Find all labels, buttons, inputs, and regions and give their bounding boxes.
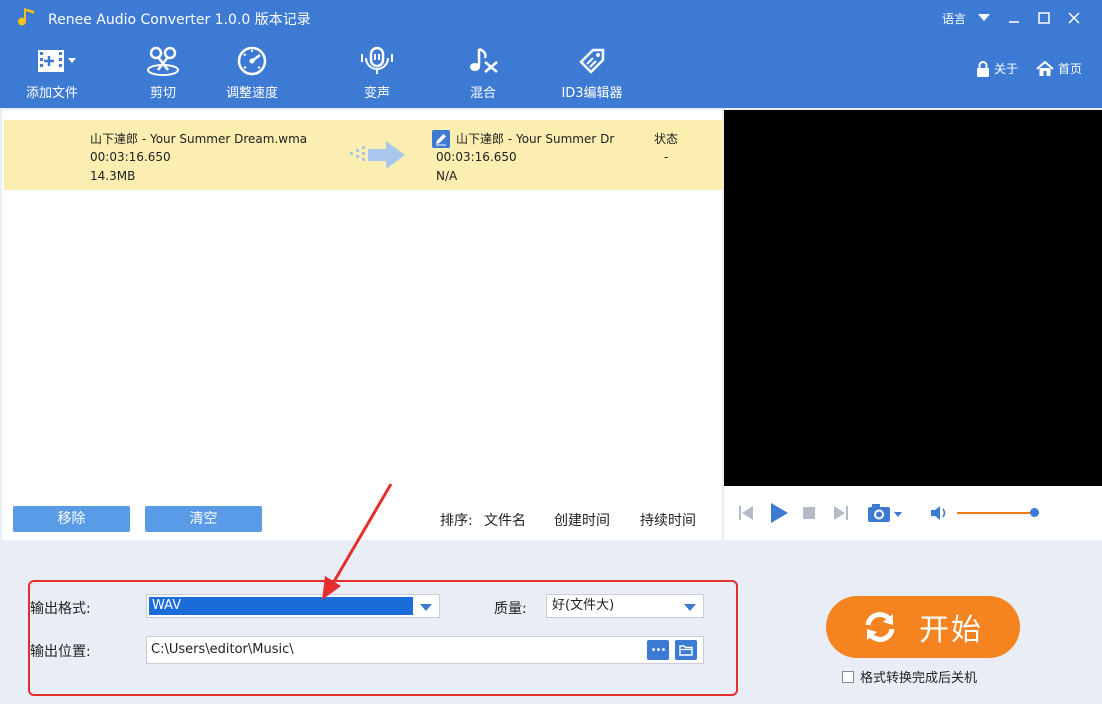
- more-icon: •••: [650, 644, 667, 656]
- id3-editor-button[interactable]: ID3编辑器: [556, 36, 628, 108]
- volume-icon[interactable]: [930, 505, 948, 521]
- video-preview: [724, 110, 1102, 486]
- source-file-name: 山下達郎 - Your Summer Dream.wma: [90, 132, 308, 146]
- app-title: Renee Audio Converter 1.0.0 版本记录: [48, 12, 311, 28]
- add-video-icon: [38, 50, 76, 72]
- snapshot-camera-icon[interactable]: [867, 502, 905, 524]
- voice-change-label: 变声: [363, 86, 390, 101]
- minimize-icon: [1009, 21, 1019, 23]
- music-mix-icon: [470, 47, 498, 73]
- convert-arrow-icon: [350, 141, 405, 169]
- quality-label: 质量:: [494, 601, 527, 617]
- next-icon[interactable]: [833, 504, 849, 522]
- target-duration: 00:03:16.650: [436, 150, 517, 164]
- about-label: 关于: [994, 62, 1019, 76]
- target-size: N/A: [436, 169, 458, 183]
- close-icon: [1068, 12, 1080, 24]
- output-location-input[interactable]: C:\Users\editor\Music\ •••: [146, 636, 704, 664]
- shutdown-checkbox[interactable]: [842, 670, 854, 683]
- sort-by-duration[interactable]: 持续时间: [640, 510, 696, 530]
- stop-icon[interactable]: [803, 507, 815, 519]
- home-link[interactable]: 首页: [1036, 60, 1082, 77]
- previous-icon[interactable]: [738, 504, 754, 522]
- chevron-down-icon: [684, 604, 696, 611]
- folder-icon: [679, 645, 693, 656]
- shutdown-option[interactable]: 格式转换完成后关机: [842, 667, 977, 686]
- clear-button[interactable]: 清空: [145, 506, 262, 532]
- add-file-label: 添加文件: [25, 86, 78, 101]
- start-label: 开始: [919, 613, 983, 648]
- status-value: -: [664, 150, 669, 164]
- edit-name-icon[interactable]: [432, 130, 450, 148]
- output-format-value: WAV: [149, 597, 413, 615]
- player-controls: [724, 486, 1102, 540]
- output-location-value: C:\Users\editor\Music\: [151, 642, 294, 657]
- target-file-name: 山下達郎 - Your Summer Dr: [456, 132, 615, 146]
- file-list: 山下達郎 - Your Summer Dream.wma 00:03:16.65…: [2, 110, 723, 540]
- music-note-icon: [18, 8, 34, 26]
- speedometer-icon: [237, 46, 267, 76]
- volume-slider-handle[interactable]: [1029, 508, 1039, 517]
- home-icon: [1036, 60, 1054, 76]
- browse-button[interactable]: •••: [647, 640, 669, 660]
- quality-value: 好(文件大): [552, 598, 615, 613]
- about-link[interactable]: 关于: [976, 60, 1018, 77]
- maximize-button[interactable]: [1032, 6, 1056, 30]
- play-icon[interactable]: [769, 502, 789, 524]
- shutdown-label: 格式转换完成后关机: [860, 671, 978, 686]
- title-bar: Renee Audio Converter 1.0.0 版本记录 语言: [0, 0, 1102, 36]
- file-row[interactable]: 山下達郎 - Your Summer Dream.wma 00:03:16.65…: [4, 120, 723, 190]
- speed-button[interactable]: 调整速度: [218, 36, 286, 108]
- output-format-label: 输出格式:: [30, 601, 91, 617]
- id3-editor-label: ID3编辑器: [561, 86, 623, 101]
- refresh-icon: [865, 612, 895, 642]
- language-menu[interactable]: 语言: [942, 10, 966, 27]
- sort-by-name[interactable]: 文件名: [484, 510, 526, 530]
- language-dropdown-icon[interactable]: [978, 14, 990, 21]
- start-button[interactable]: 开始: [826, 596, 1020, 658]
- remove-button[interactable]: 移除: [13, 506, 130, 532]
- mix-label: 混合: [469, 86, 496, 101]
- maximize-icon: [1038, 12, 1050, 24]
- mix-button[interactable]: 混合: [458, 36, 508, 108]
- status-header: 状态: [654, 132, 679, 146]
- output-location-label: 输出位置:: [30, 644, 91, 660]
- tag-edit-icon: [579, 48, 605, 74]
- quality-select[interactable]: 好(文件大): [546, 594, 704, 618]
- cut-button[interactable]: 剪切: [138, 36, 188, 108]
- open-folder-button[interactable]: [675, 640, 697, 660]
- microphone-icon: [361, 46, 393, 74]
- lock-icon: [977, 60, 989, 77]
- volume-slider[interactable]: [957, 512, 1039, 514]
- voice-change-button[interactable]: 变声: [352, 36, 402, 108]
- add-file-button[interactable]: 添加文件: [18, 36, 86, 108]
- output-format-select[interactable]: WAV: [146, 594, 440, 618]
- cut-label: 剪切: [149, 86, 176, 101]
- sort-label: 排序:: [440, 513, 473, 529]
- source-duration: 00:03:16.650: [90, 150, 171, 164]
- speed-label: 调整速度: [225, 86, 278, 101]
- close-button[interactable]: [1062, 6, 1086, 30]
- home-label: 首页: [1058, 62, 1083, 76]
- toolbar: 添加文件 剪切 调整速度 变声 混合 ID3编辑器 关于 首页: [0, 36, 1102, 108]
- minimize-button[interactable]: [1002, 6, 1026, 30]
- scissors-icon: [147, 46, 179, 76]
- source-size: 14.3MB: [90, 169, 136, 183]
- sort-by-created[interactable]: 创建时间: [554, 510, 610, 530]
- chevron-down-icon: [420, 604, 432, 611]
